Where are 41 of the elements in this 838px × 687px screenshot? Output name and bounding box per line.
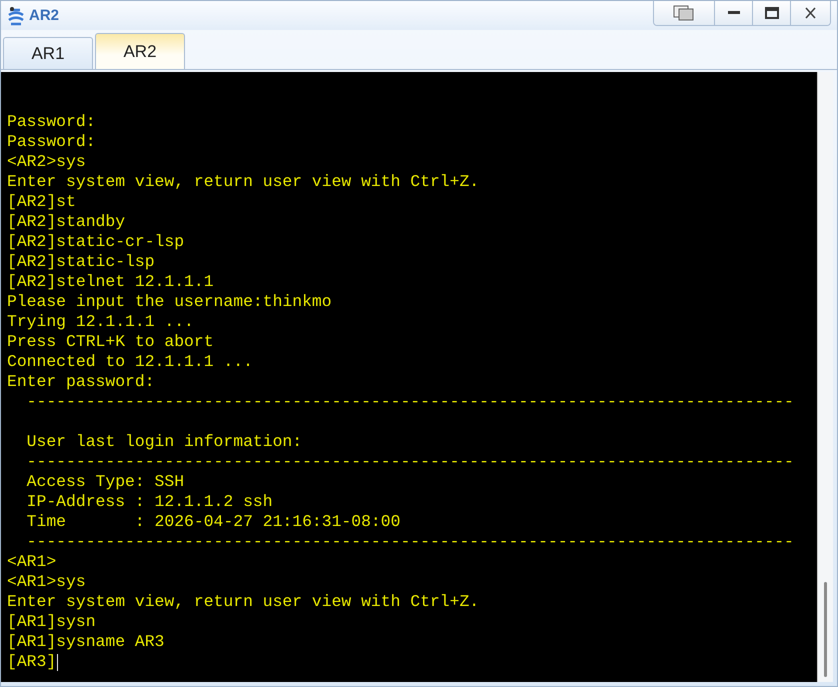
terminal-line: Trying 12.1.1.1 ... [7, 312, 194, 332]
terminal-line: [AR2]static-lsp [7, 252, 155, 272]
terminal-line: Time : 2026-04-27 21:16:31-08:00 [26, 512, 400, 532]
maximize-icon [764, 7, 778, 19]
minimize-icon [728, 11, 740, 15]
minimize-button[interactable] [714, 1, 752, 25]
terminal-line: Enter system view, return user view with Ctrl+Z. [7, 592, 480, 612]
terminal-line: <AR2>sys [7, 152, 86, 172]
terminal-line: Enter system view, return user view with Ctrl+Z. [7, 172, 480, 192]
terminal-line: Please input the username:thinkmo [7, 292, 332, 312]
terminal-line: User last login information: [26, 432, 302, 452]
terminal-line: ------------------------------------------------------------------------------ [26, 452, 794, 472]
windows-icon [673, 5, 695, 21]
device-tab[interactable]: AR2 [95, 33, 185, 69]
terminal-line: [AR3] [7, 652, 56, 672]
maximize-button[interactable] [752, 1, 790, 25]
terminal-line: Access Type: SSH [26, 472, 184, 492]
terminal-line: Connected to 12.1.1.1 ... [7, 352, 253, 372]
terminal-line: Password: [7, 132, 96, 152]
terminal-line: [AR2]st [7, 192, 76, 212]
terminal-line: <AR1> [7, 552, 56, 572]
window-title: AR2 [29, 7, 60, 24]
terminal-line: ------------------------------------------------------------------------------ [26, 392, 794, 412]
terminal-line: [AR2]standby [7, 212, 126, 232]
terminal-line: [AR1]sysn [7, 612, 96, 632]
app-logo-icon [7, 6, 25, 26]
terminal-line: <AR1>sys [7, 572, 86, 592]
terminal-line: ------------------------------------------------------------------------------ [26, 532, 794, 552]
terminal-line: Password: [7, 112, 96, 132]
text-cursor [57, 654, 58, 670]
close-button[interactable] [790, 1, 830, 25]
terminal-line: [AR1]sysname AR3 [7, 632, 164, 652]
scrollbar-thumb[interactable] [824, 582, 827, 677]
terminal-line: [AR2]static-cr-lsp [7, 232, 184, 252]
terminal-line: Enter password: [7, 372, 155, 392]
scrollbar[interactable] [817, 72, 833, 682]
terminal-line: Press CTRL+K to abort [7, 332, 214, 352]
terminal-line: IP-Address : 12.1.1.2 ssh [26, 492, 273, 512]
terminal-line: [AR2]stelnet 12.1.1.1 [7, 272, 214, 292]
device-tab[interactable]: AR1 [3, 37, 93, 69]
close-icon [805, 7, 816, 19]
